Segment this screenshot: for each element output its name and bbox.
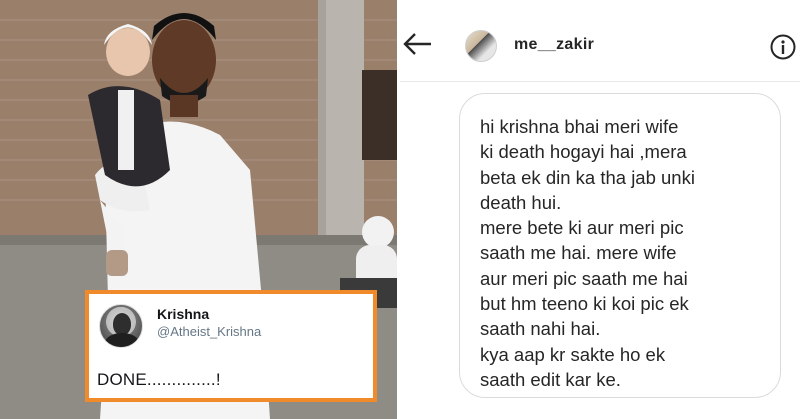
direct-message-panel: me__zakir hi krishna bhai meri wife ki d…	[400, 0, 800, 419]
info-icon[interactable]	[770, 34, 796, 60]
tweet-author-name[interactable]: Krishna	[157, 306, 209, 322]
dm-avatar[interactable]	[465, 30, 497, 62]
dm-username[interactable]: me__zakir	[514, 36, 594, 54]
tweet-author-handle[interactable]: @Atheist_Krishna	[157, 324, 261, 339]
tweet-card[interactable]: Krishna @Atheist_Krishna DONE...........…	[85, 290, 377, 402]
dm-header: me__zakir	[400, 0, 800, 82]
edited-family-photo: Krishna @Atheist_Krishna DONE...........…	[0, 0, 397, 419]
tweet-text: DONE..............!	[97, 370, 221, 389]
message-bubble[interactable]: hi krishna bhai meri wife ki death hogay…	[459, 93, 781, 398]
tweet-avatar[interactable]	[99, 304, 143, 348]
message-text: hi krishna bhai meri wife ki death hogay…	[480, 116, 695, 390]
arrow-left-icon[interactable]	[403, 32, 433, 56]
